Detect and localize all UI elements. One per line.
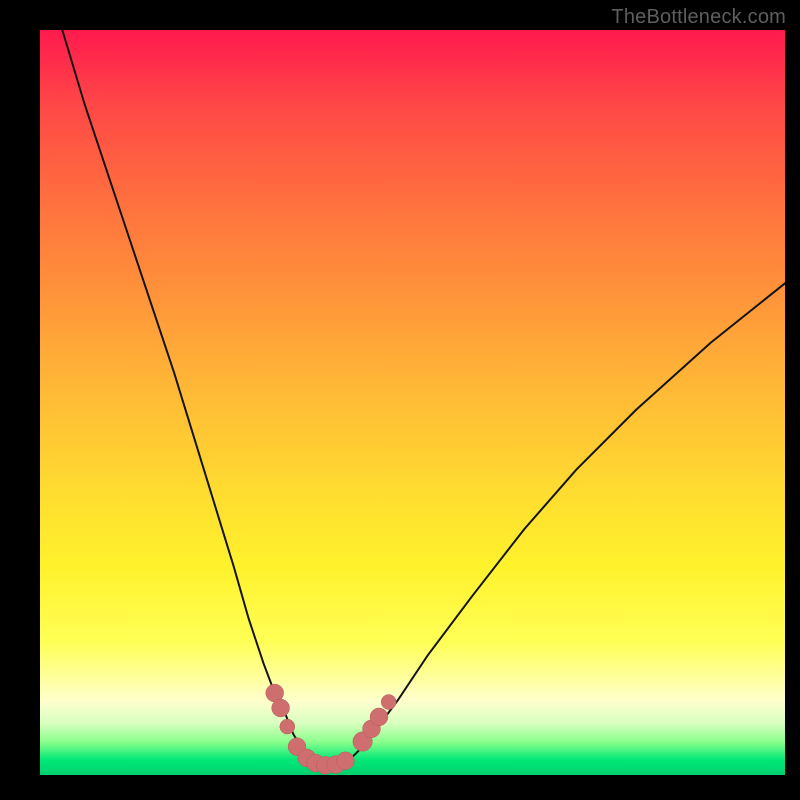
curve-marker xyxy=(381,695,396,710)
plot-area xyxy=(40,30,785,775)
curve-marker xyxy=(272,699,290,717)
watermark-text: TheBottleneck.com xyxy=(611,6,786,29)
chart-frame: TheBottleneck.com xyxy=(0,0,800,800)
curve-markers xyxy=(266,684,396,774)
curve-marker xyxy=(337,752,355,770)
bottleneck-curve-path xyxy=(62,30,785,765)
bottleneck-curve-svg xyxy=(40,30,785,775)
curve-marker xyxy=(370,708,388,726)
curve-marker xyxy=(280,719,295,734)
